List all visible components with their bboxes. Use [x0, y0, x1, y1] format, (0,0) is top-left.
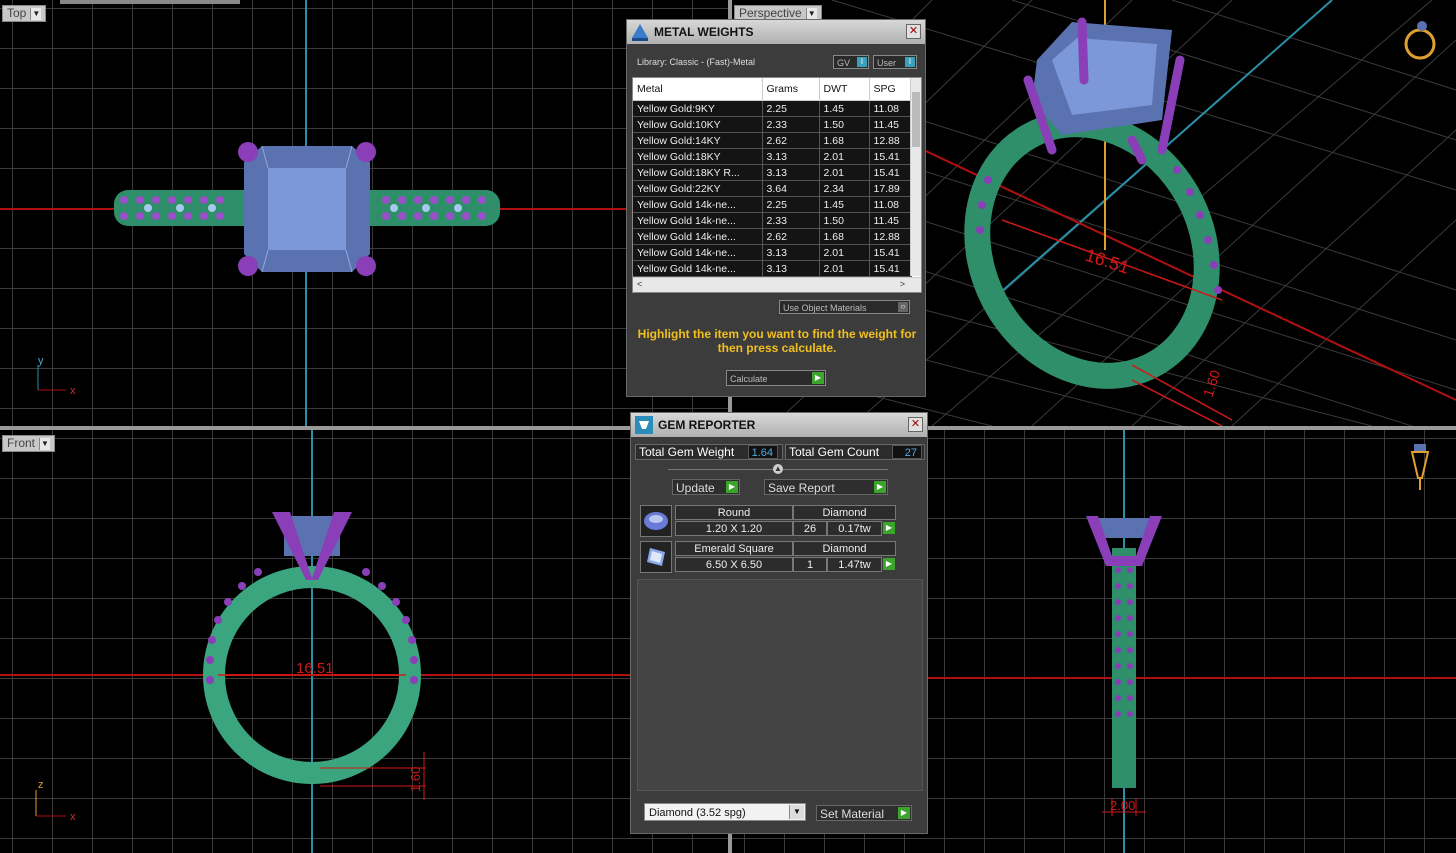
metal-weights-title: METAL WEIGHTS	[654, 25, 754, 39]
scrollbar-thumb[interactable]	[912, 92, 920, 147]
close-icon[interactable]: ✕	[906, 24, 921, 39]
column-header-spg[interactable]: SPG	[869, 78, 912, 101]
table-row[interactable]: Yellow Gold:10KY 2.33 1.50 11.45	[633, 116, 912, 133]
toggle-icon: ○	[898, 302, 908, 312]
front-view-scene: 16.51 1.60 z x	[0, 430, 728, 853]
set-material-button[interactable]: Set Material ▶	[816, 805, 912, 821]
use-object-materials-toggle[interactable]: Use Object Materials ○	[779, 300, 910, 314]
gem-count: 1	[793, 557, 827, 572]
viewport-front[interactable]: 16.51 1.60 z x Front ▼	[0, 430, 728, 853]
gem-select-arrow-icon[interactable]: ▶	[883, 522, 895, 534]
svg-text:16.51: 16.51	[296, 660, 334, 677]
toggle-icon: I	[857, 57, 867, 67]
table-row[interactable]: Yellow Gold 14k-ne... 2.33 1.50 11.45	[633, 212, 912, 229]
chevron-right-icon[interactable]: >	[900, 279, 905, 289]
table-horizontal-scrollbar[interactable]: < >	[633, 277, 921, 292]
viewport-label-front[interactable]: Front ▼	[2, 435, 56, 452]
play-arrow-icon: ▶	[898, 807, 910, 819]
chevron-down-icon[interactable]: ▼	[39, 437, 51, 450]
chevron-down-icon[interactable]: ▼	[789, 805, 804, 819]
column-header-dwt[interactable]: DWT	[819, 78, 870, 101]
gem-size: 6.50 X 6.50	[675, 557, 793, 572]
play-arrow-icon: ▶	[726, 481, 738, 493]
metal-weights-panel: METAL WEIGHTS ✕ Library: Classic - (Fast…	[626, 19, 926, 397]
gem-shape: Round	[675, 505, 793, 520]
svg-text:16.51: 16.51	[1083, 245, 1132, 278]
gem-shape: Emerald Square	[675, 541, 793, 556]
table-row[interactable]: Yellow Gold 14k-ne... 3.13 2.01 15.41	[633, 244, 912, 261]
chevron-down-icon[interactable]: ▼	[30, 7, 42, 20]
instruction-text: Highlight the item you want to find the …	[637, 327, 917, 355]
table-row[interactable]: Yellow Gold 14k-ne... 2.62 1.68 12.88	[633, 228, 912, 245]
svg-text:1.60: 1.60	[408, 767, 423, 792]
ring-side-icon	[1410, 444, 1430, 490]
user-toggle[interactable]: User I	[873, 55, 917, 69]
gem-size: 1.20 X 1.20	[675, 521, 793, 536]
chevron-down-icon[interactable]: ▼	[805, 7, 817, 20]
gv-toggle[interactable]: GV I	[833, 55, 869, 69]
gem-material: Diamond	[793, 505, 896, 520]
chevron-left-icon[interactable]: <	[637, 279, 642, 289]
viewport-label-top[interactable]: Top ▼	[2, 5, 47, 22]
gem-reporter-title: GEM REPORTER	[658, 418, 756, 432]
table-row[interactable]: Yellow Gold:22KY 3.64 2.34 17.89	[633, 180, 912, 197]
metal-weights-logo-icon	[632, 24, 648, 41]
gem-list-area	[637, 579, 923, 791]
column-header-metal[interactable]: Metal	[633, 78, 763, 101]
gem-count: 26	[793, 521, 827, 536]
emerald-gem-icon	[640, 541, 672, 573]
top-view-scene: y x	[0, 0, 728, 426]
gem-material: Diamond	[793, 541, 896, 556]
toggle-icon: I	[905, 57, 915, 67]
gem-reporter-panel: GEM REPORTER ✕ Total Gem Weight 1.64 Tot…	[630, 412, 928, 834]
calculate-button[interactable]: Calculate ▶	[726, 370, 826, 386]
update-button[interactable]: Update ▶	[672, 479, 740, 495]
svg-text:2.00: 2.00	[1110, 798, 1135, 813]
save-report-button[interactable]: Save Report ▶	[764, 479, 888, 495]
material-select[interactable]: Diamond (3.52 spg) ▼	[644, 803, 806, 821]
gem-row-emerald-square[interactable]: Emerald Square Diamond 6.50 X 6.50 1 1.4…	[640, 541, 896, 573]
viewport-top[interactable]: y x Top ▼	[0, 0, 728, 426]
play-arrow-icon: ▶	[812, 372, 824, 384]
svg-text:x: x	[70, 811, 76, 823]
close-icon[interactable]: ✕	[908, 417, 923, 432]
gem-weight: 1.47tw	[827, 557, 882, 572]
band-side	[1112, 548, 1136, 788]
svg-text:z: z	[38, 779, 44, 791]
metal-weights-titlebar[interactable]: METAL WEIGHTS ✕	[627, 20, 925, 44]
svg-text:y: y	[38, 355, 44, 367]
gem-reporter-titlebar[interactable]: GEM REPORTER ✕	[631, 413, 927, 437]
gem-reporter-logo-icon	[635, 416, 653, 434]
ring-icon	[1404, 21, 1436, 60]
round-gem-icon	[640, 505, 672, 537]
svg-text:x: x	[70, 385, 76, 397]
gem-select-arrow-icon[interactable]: ▶	[883, 558, 895, 570]
metal-weights-table[interactable]: Metal Grams DWT SPG Yellow Gold:9KY 2.25 1…	[632, 77, 922, 293]
collapse-icon[interactable]: ▲	[773, 464, 783, 474]
gem-weight: 0.17tw	[827, 521, 882, 536]
gem-row-round[interactable]: Round Diamond 1.20 X 1.20 26 0.17tw ▶	[640, 505, 896, 537]
table-row[interactable]: Yellow Gold:9KY 2.25 1.45 11.08	[633, 100, 912, 117]
table-vertical-scrollbar[interactable]	[910, 78, 921, 276]
table-row[interactable]: Yellow Gold:18KY 3.13 2.01 15.41	[633, 148, 912, 165]
library-label: Library: Classic - (Fast)-Metal	[637, 57, 756, 67]
svg-text:1.60: 1.60	[1200, 368, 1224, 399]
table-row[interactable]: Yellow Gold 14k-ne... 3.13 2.01 15.41	[633, 260, 912, 277]
table-row[interactable]: Yellow Gold:14KY 2.62 1.68 12.88	[633, 132, 912, 149]
play-arrow-icon: ▶	[874, 481, 886, 493]
table-row[interactable]: Yellow Gold 14k-ne... 2.25 1.45 11.08	[633, 196, 912, 213]
total-gem-count-value: 27	[892, 445, 922, 459]
total-gem-weight-value: 1.64	[748, 445, 778, 459]
column-header-grams[interactable]: Grams	[762, 78, 820, 101]
table-row[interactable]: Yellow Gold:18KY R... 3.13 2.01 15.41	[633, 164, 912, 181]
top-tab-strip	[60, 0, 240, 4]
